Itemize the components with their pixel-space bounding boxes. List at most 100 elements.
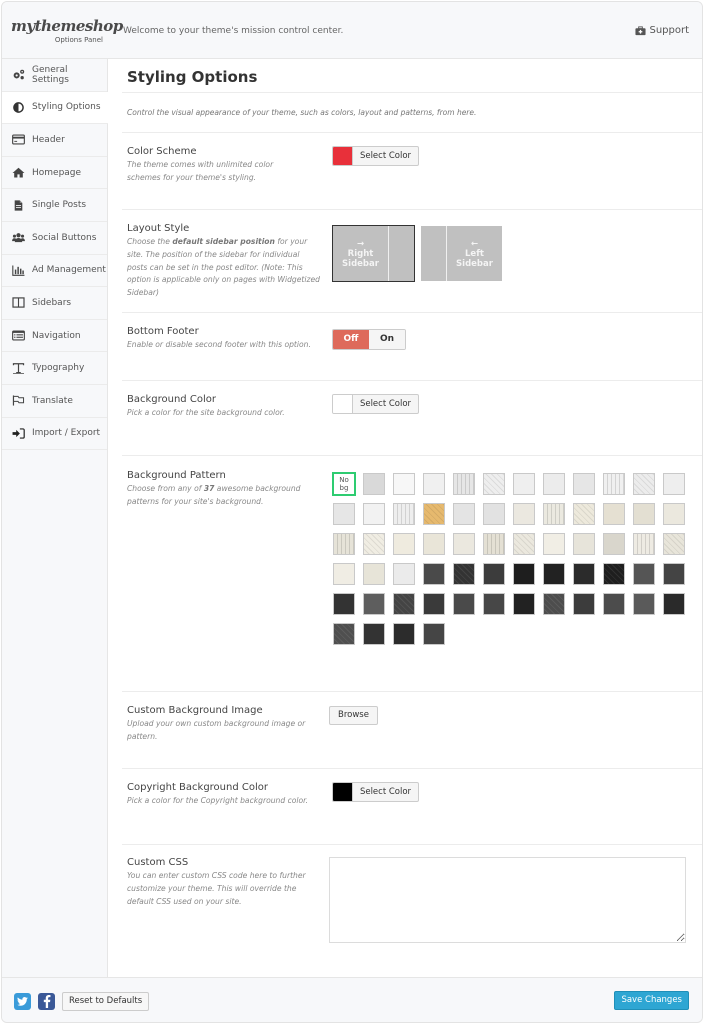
pattern-swatch[interactable] — [363, 623, 385, 645]
sidebar-item-label: General Settings — [32, 64, 69, 85]
pattern-swatch[interactable] — [333, 563, 355, 585]
pattern-swatch[interactable] — [483, 593, 505, 615]
pattern-swatch[interactable] — [513, 503, 535, 525]
sidebar-item-import-export[interactable]: Import / Export — [2, 418, 107, 451]
pattern-swatch[interactable] — [603, 473, 625, 495]
sidebar-item-ad-management[interactable]: Ad Management — [2, 255, 107, 288]
pattern-swatch[interactable] — [573, 533, 595, 555]
pattern-swatch[interactable] — [573, 503, 595, 525]
custom-bg-image-title: Custom Background Image — [127, 705, 263, 716]
pattern-swatch[interactable] — [633, 593, 655, 615]
text-icon — [12, 362, 25, 374]
pattern-swatch[interactable] — [633, 473, 655, 495]
sidebar-item-styling-options[interactable]: Styling Options — [2, 91, 108, 125]
header-card-icon — [12, 134, 25, 145]
pattern-swatch[interactable] — [453, 563, 475, 585]
pattern-swatch[interactable] — [573, 473, 595, 495]
pattern-swatch[interactable] — [423, 503, 445, 525]
pattern-swatch[interactable] — [333, 503, 355, 525]
pattern-swatch[interactable] — [423, 473, 445, 495]
custom-css-desc: You can enter custom CSS code here to fu… — [127, 871, 306, 906]
pattern-swatch[interactable] — [393, 533, 415, 555]
pattern-swatch[interactable] — [363, 593, 385, 615]
save-changes-button[interactable]: Save Changes — [614, 991, 689, 1010]
pattern-swatch[interactable] — [573, 593, 595, 615]
divider — [122, 844, 702, 845]
copyright-bg-color-picker[interactable]: Select Color — [332, 782, 419, 802]
pattern-swatch[interactable] — [543, 593, 565, 615]
pattern-swatch[interactable] — [453, 473, 475, 495]
pattern-swatch[interactable] — [423, 563, 445, 585]
support-link[interactable]: Support — [635, 25, 689, 36]
pattern-swatch[interactable] — [363, 563, 385, 585]
pattern-swatch[interactable] — [543, 563, 565, 585]
sidebar-item-sidebars[interactable]: Sidebars — [2, 287, 107, 320]
pattern-swatch[interactable] — [453, 533, 475, 555]
pattern-swatch[interactable] — [423, 593, 445, 615]
sidebar-item-single-posts[interactable]: Single Posts — [2, 189, 107, 222]
pattern-swatch[interactable] — [333, 623, 355, 645]
toggle-on-button[interactable]: On — [369, 330, 405, 349]
pattern-swatch[interactable] — [603, 563, 625, 585]
pattern-swatch[interactable] — [423, 623, 445, 645]
toggle-off-button[interactable]: Off — [333, 330, 369, 349]
pattern-swatch[interactable] — [363, 503, 385, 525]
pattern-swatch[interactable] — [633, 503, 655, 525]
pattern-grid: No bg — [332, 472, 693, 645]
sidebar-item-navigation[interactable]: Navigation — [2, 320, 107, 353]
pattern-swatch[interactable] — [633, 563, 655, 585]
pattern-swatch[interactable] — [603, 503, 625, 525]
sidebar-item-header[interactable]: Header — [2, 124, 107, 157]
pattern-swatch[interactable] — [483, 563, 505, 585]
custom-css-textarea[interactable] — [329, 857, 686, 943]
pattern-swatch[interactable] — [393, 593, 415, 615]
custom-css-title: Custom CSS — [127, 857, 189, 868]
sidebar-item-homepage[interactable]: Homepage — [2, 157, 107, 190]
pattern-swatch[interactable] — [513, 533, 535, 555]
pattern-swatch[interactable] — [663, 593, 685, 615]
pattern-swatch[interactable] — [513, 563, 535, 585]
background-color-picker[interactable]: Select Color — [332, 394, 419, 414]
sidebar-item-social-buttons[interactable]: Social Buttons — [2, 222, 107, 255]
pattern-swatch[interactable] — [333, 533, 355, 555]
pattern-swatch[interactable] — [363, 473, 385, 495]
divider — [122, 768, 702, 769]
pattern-swatch[interactable] — [573, 563, 595, 585]
pattern-swatch[interactable] — [633, 533, 655, 555]
sidebar-item-translate[interactable]: Translate — [2, 385, 107, 418]
color-scheme-title: Color Scheme — [127, 146, 197, 157]
pattern-swatch[interactable] — [393, 563, 415, 585]
pattern-swatch[interactable] — [483, 473, 505, 495]
pattern-swatch[interactable] — [663, 503, 685, 525]
pattern-swatch[interactable] — [663, 473, 685, 495]
pattern-swatch[interactable] — [663, 533, 685, 555]
color-scheme-picker[interactable]: Select Color — [332, 146, 419, 166]
pattern-swatch[interactable] — [543, 533, 565, 555]
pattern-swatch[interactable] — [483, 533, 505, 555]
pattern-swatch[interactable] — [453, 503, 475, 525]
sidebar-item-typography[interactable]: Typography — [2, 352, 107, 385]
pattern-no-bg[interactable]: No bg — [332, 472, 356, 496]
pattern-swatch[interactable] — [603, 593, 625, 615]
pattern-swatch[interactable] — [393, 503, 415, 525]
pattern-swatch[interactable] — [453, 593, 475, 615]
pattern-swatch[interactable] — [543, 503, 565, 525]
pattern-swatch[interactable] — [513, 473, 535, 495]
pattern-swatch[interactable] — [423, 533, 445, 555]
pattern-swatch[interactable] — [363, 533, 385, 555]
sidebar-item-general-settings[interactable]: General Settings — [2, 59, 107, 92]
layout-right-sidebar[interactable]: → Right Sidebar — [332, 225, 415, 282]
pattern-swatch[interactable] — [603, 533, 625, 555]
pattern-swatch[interactable] — [513, 593, 535, 615]
pattern-swatch[interactable] — [483, 503, 505, 525]
twitter-button[interactable] — [14, 993, 31, 1010]
pattern-swatch[interactable] — [663, 563, 685, 585]
reset-defaults-button[interactable]: Reset to Defaults — [62, 992, 150, 1011]
facebook-button[interactable] — [38, 993, 55, 1010]
pattern-swatch[interactable] — [393, 473, 415, 495]
layout-left-sidebar[interactable]: ← Left Sidebar — [421, 226, 502, 281]
browse-button[interactable]: Browse — [329, 706, 378, 725]
pattern-swatch[interactable] — [333, 593, 355, 615]
pattern-swatch[interactable] — [543, 473, 565, 495]
pattern-swatch[interactable] — [393, 623, 415, 645]
